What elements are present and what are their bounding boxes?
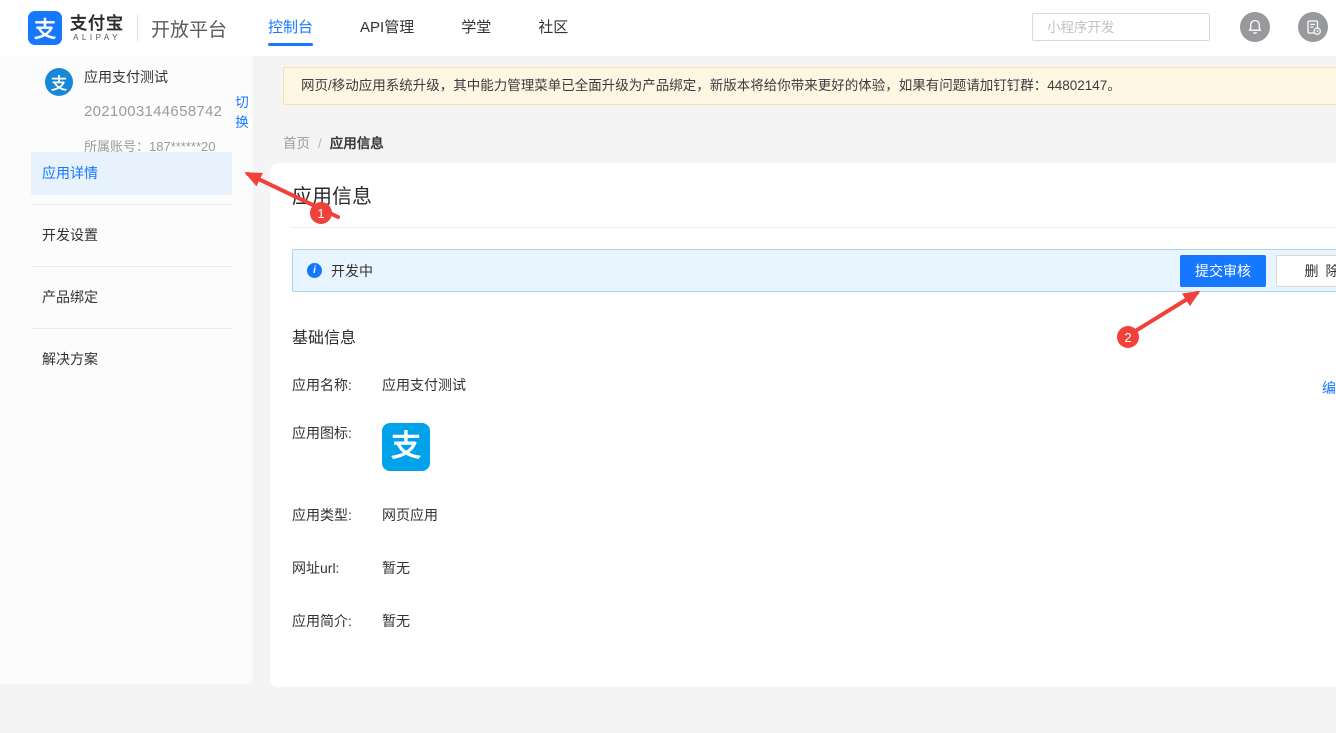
brand-divider xyxy=(137,15,138,41)
field-label: 网址url: xyxy=(292,558,382,578)
app-summary: 支 应用支付测试 2021003144658742 切换 所属账号：187***… xyxy=(45,68,253,155)
search-input[interactable] xyxy=(1047,20,1224,35)
field-app-name: 应用名称: 应用支付测试 xyxy=(292,375,466,395)
field-label: 应用类型: xyxy=(292,505,382,525)
field-value: 应用支付测试 xyxy=(382,375,466,395)
menu-divider xyxy=(32,266,232,267)
brand-names: 支付宝 ALIPAY xyxy=(70,14,124,43)
upgrade-notice-banner: 网页/移动应用系统升级，其中能力管理菜单已全面升级为产品绑定，新版本将给你带来更… xyxy=(283,67,1336,105)
delete-button[interactable]: 删除 xyxy=(1276,255,1336,287)
edit-link[interactable]: 编辑 xyxy=(1322,378,1336,398)
field-app-icon: 应用图标: 支 xyxy=(292,423,466,471)
field-label: 应用简介: xyxy=(292,611,382,631)
breadcrumb-home[interactable]: 首页 xyxy=(283,136,310,151)
field-value: 网页应用 xyxy=(382,505,438,525)
app-sidebar: 支 应用支付测试 2021003144658742 切换 所属账号：187***… xyxy=(0,56,253,684)
breadcrumb-current: 应用信息 xyxy=(330,136,384,151)
field-value: 暂无 xyxy=(382,611,410,631)
basic-info-heading: 基础信息 xyxy=(292,324,356,348)
field-app-type: 应用类型: 网页应用 xyxy=(292,505,466,525)
info-icon: i xyxy=(307,263,322,278)
alipay-logo-icon: 支 xyxy=(28,11,62,45)
basic-info-fields: 应用名称: 应用支付测试 应用图标: 支 应用类型: 网页应用 网址url: 暂… xyxy=(292,375,466,631)
top-nav: 控制台 API管理 学堂 社区 xyxy=(268,0,568,56)
sidebar-item-app-detail[interactable]: 应用详情 xyxy=(31,152,232,195)
menu-divider xyxy=(32,204,232,205)
sidebar-item-dev-settings[interactable]: 开发设置 xyxy=(31,214,232,257)
app-avatar: 支 xyxy=(45,68,73,96)
field-site-url: 网址url: 暂无 xyxy=(292,558,466,578)
field-label: 应用图标: xyxy=(292,423,382,443)
nav-api[interactable]: API管理 xyxy=(360,0,414,56)
status-bar: i 开发中 提交审核 删除 xyxy=(292,249,1336,292)
title-divider xyxy=(292,227,1336,228)
status-text: 开发中 xyxy=(331,261,373,281)
field-value: 暂无 xyxy=(382,558,410,578)
app-name: 应用支付测试 xyxy=(84,68,253,86)
submit-review-button[interactable]: 提交审核 xyxy=(1180,255,1266,287)
nav-console[interactable]: 控制台 xyxy=(268,0,313,56)
sidebar-item-solutions[interactable]: 解决方案 xyxy=(31,338,232,381)
platform-title: 开放平台 xyxy=(151,15,227,42)
switch-app-link[interactable]: 切换 xyxy=(235,91,253,131)
page-title: 应用信息 xyxy=(292,180,372,209)
notification-button[interactable] xyxy=(1240,12,1270,42)
top-header: 支 支付宝 ALIPAY 开放平台 控制台 API管理 学堂 社区 xyxy=(0,0,1336,56)
nav-community[interactable]: 社区 xyxy=(538,0,568,56)
brand-name-cn: 支付宝 xyxy=(70,14,124,33)
app-id: 2021003144658742 xyxy=(84,103,222,120)
breadcrumb-separator: / xyxy=(318,136,322,151)
field-label: 应用名称: xyxy=(292,375,382,395)
app-icon-preview: 支 xyxy=(382,423,430,471)
field-app-desc: 应用简介: 暂无 xyxy=(292,611,466,631)
sidebar-item-product-binding[interactable]: 产品绑定 xyxy=(31,276,232,319)
menu-divider xyxy=(32,328,232,329)
nav-school[interactable]: 学堂 xyxy=(461,0,491,56)
work-order-button[interactable] xyxy=(1298,12,1328,42)
header-search[interactable] xyxy=(1032,13,1210,41)
brand-name-en: ALIPAY xyxy=(73,33,121,43)
work-order-icon xyxy=(1305,19,1322,36)
bell-icon xyxy=(1247,19,1263,35)
alipay-brand: 支 支付宝 ALIPAY 开放平台 xyxy=(28,11,227,45)
sidebar-menu: 应用详情 开发设置 产品绑定 解决方案 xyxy=(31,152,232,381)
app-info-card: 应用信息 i 开发中 提交审核 删除 基础信息 应用名称: 应用支付测试 应用图… xyxy=(270,163,1336,687)
breadcrumb: 首页 / 应用信息 xyxy=(283,132,384,152)
